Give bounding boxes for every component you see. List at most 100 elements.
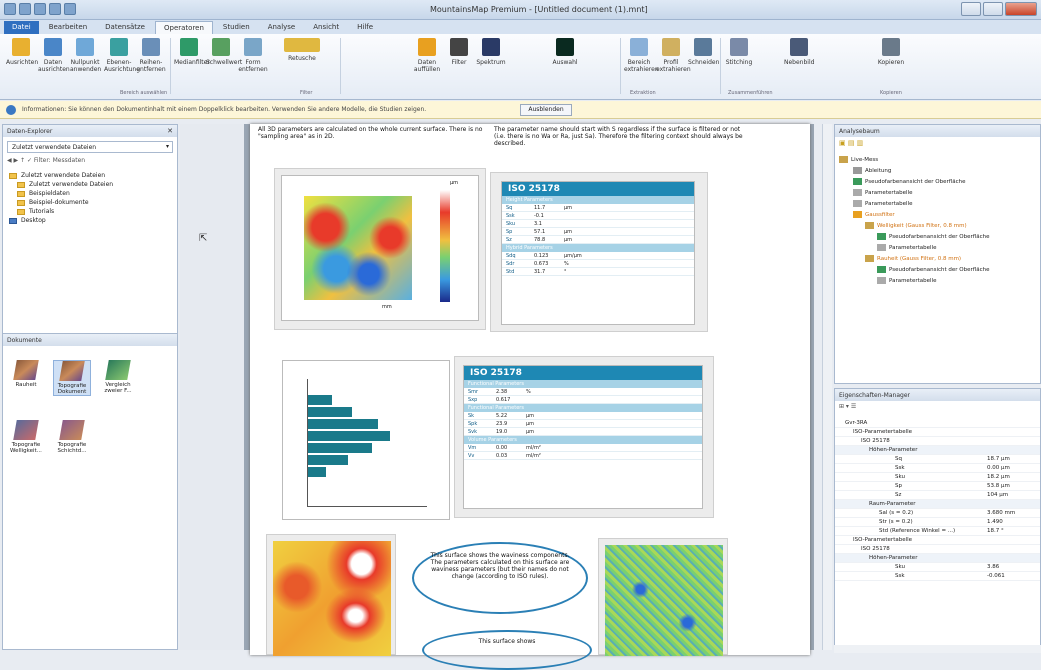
property-row[interactable]: Gvr-3RA bbox=[835, 419, 1040, 428]
property-row[interactable]: Raum-Parameter bbox=[835, 500, 1040, 509]
rows-remove-button[interactable]: Reihen-entfernen bbox=[136, 38, 166, 90]
property-key: Sp bbox=[895, 483, 902, 489]
recent-files-combo[interactable]: Zuletzt verwendete Dateien bbox=[7, 141, 173, 153]
zero-button[interactable]: Nullpunkt anwenden bbox=[70, 38, 101, 90]
sidebar-image-button[interactable]: Nebenbild bbox=[784, 38, 814, 90]
property-row[interactable]: Sal (s = 0.2) 3.680 mm bbox=[835, 509, 1040, 518]
tree-item[interactable]: Pseudofarbenansicht der Oberfläche bbox=[877, 265, 989, 276]
tree-item[interactable]: Zuletzt verwendete Dateien bbox=[17, 180, 177, 189]
median-button[interactable]: Medianfilter bbox=[174, 38, 210, 90]
align-data-button[interactable]: Daten ausrichten bbox=[38, 38, 70, 90]
retouch-button[interactable]: Retusche bbox=[272, 38, 332, 90]
property-row[interactable]: Sku 3.86 bbox=[835, 563, 1040, 572]
pseudocolor-view[interactable]: µm mm bbox=[281, 175, 479, 321]
property-row[interactable]: Sku 18.2 µm bbox=[835, 473, 1040, 482]
stitching-button[interactable]: Stitching bbox=[724, 38, 754, 90]
cut-button[interactable]: Schneiden bbox=[688, 38, 719, 90]
tree-item[interactable]: Parametertabelle bbox=[853, 199, 989, 210]
hide-info-button[interactable]: Ausblenden bbox=[520, 104, 572, 116]
property-key: Höhen-Parameter bbox=[869, 555, 918, 561]
tab-view[interactable]: Ansicht bbox=[305, 21, 347, 34]
open-icon[interactable] bbox=[64, 3, 76, 15]
close-button[interactable] bbox=[1005, 2, 1037, 16]
minimize-button[interactable] bbox=[961, 2, 981, 16]
redo-icon[interactable] bbox=[49, 3, 61, 15]
tree-item[interactable]: Desktop bbox=[9, 216, 177, 225]
tree-label: Rauheit (Gauss Filter, 0.8 mm) bbox=[877, 256, 962, 262]
waviness-surface-image[interactable] bbox=[273, 541, 391, 656]
spectrum-threshold-button[interactable]: Auswahl bbox=[540, 38, 590, 90]
property-row[interactable]: Ssk -0.061 bbox=[835, 572, 1040, 581]
extract-profile-button[interactable]: Profil extrahieren bbox=[656, 38, 691, 90]
explorer-toolbar[interactable]: ◀ ▶ ↑ ✓ Filter: Messdaten bbox=[7, 157, 173, 167]
tab-studies[interactable]: Studien bbox=[215, 21, 258, 34]
tab-operators[interactable]: Operatoren bbox=[155, 21, 213, 34]
property-row[interactable]: Str (s = 0.2) 1.490 bbox=[835, 518, 1040, 527]
document-thumb[interactable]: Topografie Welligkeit... bbox=[7, 420, 45, 454]
tree-item[interactable]: Pseudofarbenansicht der Oberfläche bbox=[853, 177, 989, 188]
property-scrollbar[interactable] bbox=[834, 645, 1041, 653]
tree-item[interactable]: Live-Mess bbox=[839, 155, 989, 166]
tree-item[interactable]: Parametertabelle bbox=[853, 188, 989, 199]
property-row[interactable]: Sp 53.8 µm bbox=[835, 482, 1040, 491]
document-thumb-image bbox=[13, 420, 39, 440]
iso-table-2[interactable]: ISO 25178 Functional Parameters Smr 2.38%… bbox=[463, 365, 703, 509]
histogram-view[interactable] bbox=[282, 360, 450, 520]
plane-align-button[interactable]: Ebenen-Ausrichtung bbox=[104, 38, 140, 90]
extract-area-button[interactable]: Bereich extrahieren bbox=[624, 38, 659, 90]
property-row[interactable]: Höhen-Parameter bbox=[835, 446, 1040, 455]
fill-icon bbox=[418, 38, 436, 56]
tab-help[interactable]: Hilfe bbox=[349, 21, 381, 34]
tree-item[interactable]: Rauheit (Gauss Filter, 0.8 mm) bbox=[865, 254, 989, 265]
tab-analysis[interactable]: Analyse bbox=[260, 21, 304, 34]
property-row[interactable]: ISO 25178 bbox=[835, 437, 1040, 446]
property-toolbar[interactable]: ⊞ ▾ ☰ bbox=[835, 401, 1040, 413]
document-thumb[interactable]: Vergleich zweier F... bbox=[99, 360, 137, 394]
iso-table-1[interactable]: ISO 25178 Height Parameters Sq 11.7 µm Ssk… bbox=[501, 181, 695, 325]
fill-data-button[interactable]: Daten auffüllen bbox=[412, 38, 442, 90]
tab-datasets[interactable]: Datensätze bbox=[97, 21, 153, 34]
spectrum-button[interactable]: Spektrum bbox=[476, 38, 506, 90]
document-thumb[interactable]: Topografie Dokument bbox=[53, 360, 91, 396]
maximize-button[interactable] bbox=[983, 2, 1003, 16]
roughness-surface-image[interactable] bbox=[605, 545, 723, 656]
tree-item[interactable]: Welligkeit (Gauss Filter, 0.8 mm) bbox=[865, 221, 989, 232]
tab-file[interactable]: Datei bbox=[4, 21, 39, 34]
tree-item[interactable]: Tutorials bbox=[17, 207, 177, 216]
tree-item[interactable]: Zuletzt verwendete Dateien bbox=[9, 171, 177, 180]
tree-item[interactable]: Parametertabelle bbox=[877, 276, 989, 287]
filter-button[interactable]: Filter bbox=[444, 38, 474, 90]
tree-toolbar[interactable]: ▣ ▤ ▥ bbox=[835, 137, 1040, 149]
property-row[interactable]: Ssk 0.00 µm bbox=[835, 464, 1040, 473]
property-row[interactable]: Höhen-Parameter bbox=[835, 554, 1040, 563]
property-row[interactable]: Sq 18.7 µm bbox=[835, 455, 1040, 464]
table-row: Ssk -0.1 bbox=[502, 212, 694, 220]
threshold-button[interactable]: Schwellwert bbox=[206, 38, 242, 90]
param-name: Sk bbox=[468, 413, 475, 419]
level-button[interactable]: Ausrichten bbox=[6, 38, 38, 90]
document-thumb[interactable]: Topografie Schichtd... bbox=[53, 420, 91, 454]
tree-item[interactable]: Gaussfilter bbox=[853, 210, 989, 221]
save-icon[interactable] bbox=[19, 3, 31, 15]
property-row[interactable]: ISO 25178 bbox=[835, 545, 1040, 554]
property-row[interactable]: ISO-Parametertabelle bbox=[835, 428, 1040, 437]
quick-access-toolbar[interactable] bbox=[4, 3, 76, 15]
undo-icon[interactable] bbox=[34, 3, 46, 15]
document-page[interactable]: All 3D parameters are calculated on the … bbox=[250, 124, 810, 670]
tree-item[interactable]: Beispiel-dokumente bbox=[17, 198, 177, 207]
workspace-scrollbar[interactable] bbox=[822, 124, 832, 650]
property-row[interactable]: Sz 104 µm bbox=[835, 491, 1040, 500]
copy-button[interactable]: Kopieren bbox=[876, 38, 906, 90]
tree-item[interactable]: Ableitung bbox=[853, 166, 989, 177]
tree-item[interactable]: Pseudofarbenansicht der Oberfläche bbox=[877, 232, 989, 243]
form-remove-button[interactable]: Form entfernen bbox=[238, 38, 268, 90]
property-row[interactable]: Std (Reference Winkel = ...) 18.7 ° bbox=[835, 527, 1040, 536]
app-menu-icon[interactable] bbox=[4, 3, 16, 15]
tab-edit[interactable]: Bearbeiten bbox=[41, 21, 95, 34]
iso-section: Height Parameters bbox=[502, 196, 694, 204]
document-thumb[interactable]: Rauheit bbox=[7, 360, 45, 388]
tree-item[interactable]: Beispieldaten bbox=[17, 189, 177, 198]
property-row[interactable]: ISO-Parametertabelle bbox=[835, 536, 1040, 545]
tree-item[interactable]: Parametertabelle bbox=[877, 243, 989, 254]
pin-icon[interactable]: ✕ bbox=[167, 127, 173, 135]
